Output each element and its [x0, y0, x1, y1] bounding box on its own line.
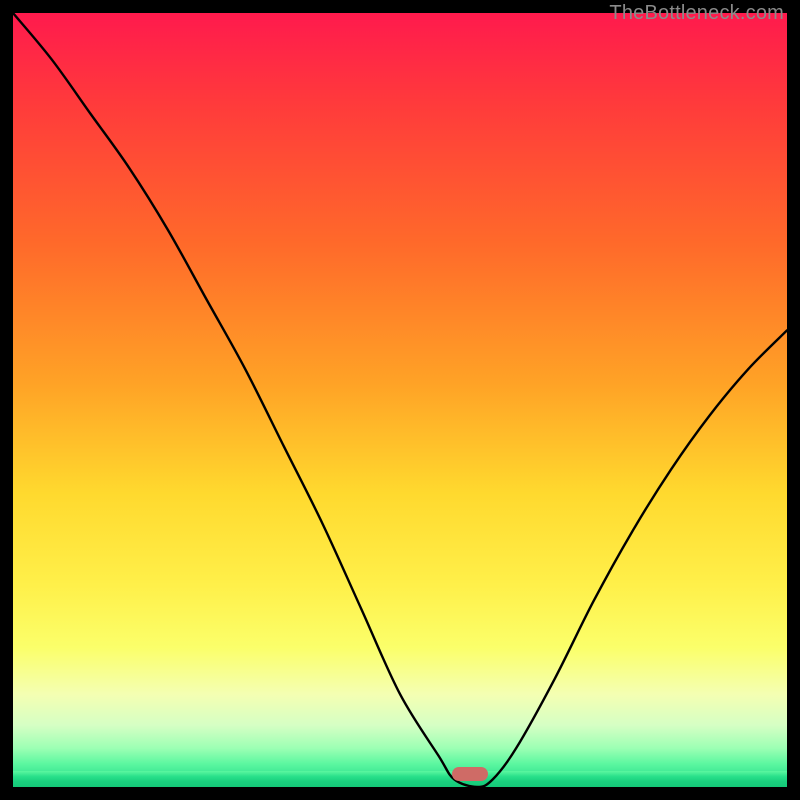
- chart-baseline-stripe: [13, 771, 787, 787]
- chart-frame: [13, 13, 787, 787]
- watermark-text: TheBottleneck.com: [609, 2, 784, 25]
- chart-background-gradient: [13, 13, 787, 787]
- optimal-marker: [452, 767, 488, 781]
